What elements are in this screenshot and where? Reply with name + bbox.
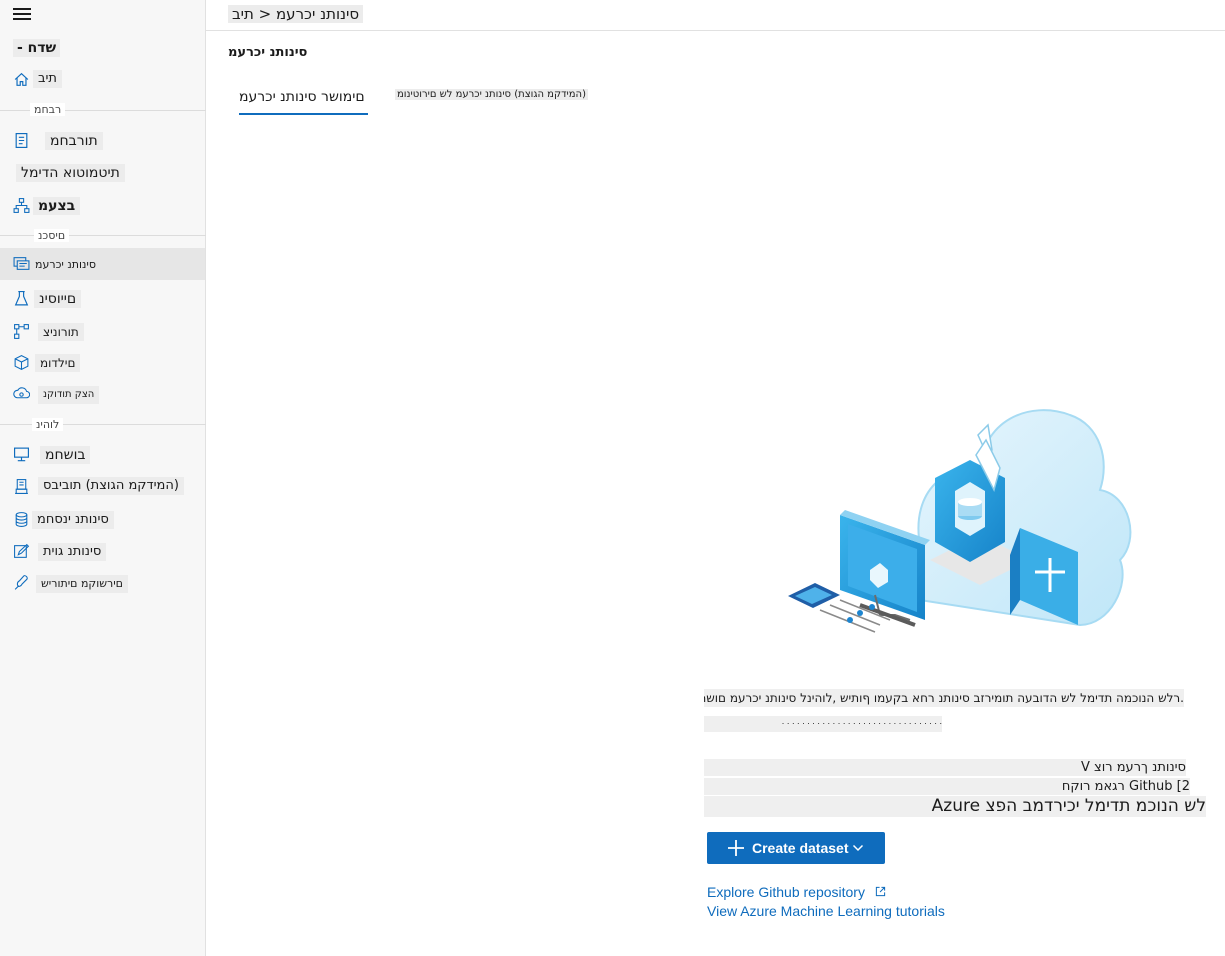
- sidebar-item-label: סינותנ גוית: [38, 543, 107, 561]
- sidebar-item-experiments[interactable]: םייוסינ: [0, 283, 205, 313]
- bullet-create-dataset: סינותנ ךרעמ רוצ V: [704, 759, 1186, 776]
- sidebar-item-label: םילדומ: [35, 354, 81, 372]
- sidebar-item-notebooks[interactable]: תורבחמ: [0, 125, 205, 155]
- tab-dataset-monitors[interactable]: (המידקמ הגוצת) סינותנ יכרעמ לש םירוטינומ: [395, 89, 588, 100]
- sidebar-item-label: םירשוקמ םיתוריש: [36, 575, 128, 593]
- sidebar-item-label: בושחמ: [40, 446, 91, 464]
- sidebar-item-data-labeling[interactable]: סינותנ גוית: [0, 536, 205, 566]
- environments-icon: [15, 479, 28, 494]
- sidebar-item-label: תיב: [33, 70, 62, 88]
- sidebar-item-home[interactable]: תיב: [0, 64, 205, 94]
- plus-icon: [728, 840, 744, 856]
- sidebar-item-pipelines[interactable]: תורוניצ: [0, 316, 205, 346]
- empty-state-description: .רלש הנוכמה תדימל לש הדובעה תומירזב סינו…: [704, 689, 1184, 707]
- sidebar-item-endpoints[interactable]: הצק תודוקנ: [0, 378, 205, 408]
- chevron-down-icon: [852, 844, 864, 852]
- create-dataset-button[interactable]: Create dataset: [707, 832, 885, 864]
- empty-state-description-continued: . . . . . . . . . . . . . . . . . . . . …: [704, 716, 942, 732]
- sidebar-item-label: בצעמ: [33, 197, 81, 215]
- tab-registered-datasets[interactable]: םימושר סינותנ יכרעמ: [239, 89, 365, 105]
- labeling-icon: [14, 543, 30, 558]
- sidebar-item-label: הצק תודוקנ: [38, 386, 100, 404]
- compute-icon: [14, 447, 29, 462]
- hamburger-menu-icon[interactable]: [13, 8, 31, 22]
- view-tutorials-link[interactable]: View Azure Machine Learning tutorials: [707, 903, 945, 919]
- pipelines-icon: [14, 324, 29, 339]
- section-label-author: רבחמ: [30, 103, 66, 116]
- divider: [0, 235, 206, 236]
- sidebar-item-label: תורוניצ: [38, 323, 84, 341]
- top-bar: סינותנ יכרעמ < תיב: [206, 0, 1225, 31]
- models-icon: [14, 354, 29, 371]
- home-icon: [14, 72, 29, 86]
- sidebar: שדח - תיב רבחמ תורבחמ תיטמוטוא הדימל בצע…: [0, 0, 206, 956]
- explore-github-link[interactable]: Explore Github repository: [707, 884, 886, 900]
- sidebar-item-designer[interactable]: בצעמ: [0, 190, 205, 220]
- section-label-manage: לוהינ: [32, 418, 64, 431]
- sidebar-item-label: תורבחמ: [45, 132, 103, 150]
- linked-services-icon: [14, 575, 28, 590]
- sidebar-item-environments[interactable]: (המידקמ הגוצת) תוביבס: [0, 471, 205, 501]
- divider: [0, 424, 206, 425]
- datasets-illustration: [788, 409, 1132, 633]
- bullet-view-tutorials: לש הנוכמ תדימל יכירדמב הפצ Azure: [704, 796, 1206, 817]
- sidebar-item-label: סינותנ ינסחמ: [32, 511, 114, 529]
- create-dataset-label: Create dataset: [752, 840, 849, 856]
- sidebar-item-label: (המידקמ הגוצת) תוביבס: [38, 477, 184, 495]
- page-title: סינותנ יכרעמ: [228, 45, 308, 60]
- datasets-icon: [13, 257, 30, 270]
- sidebar-item-compute[interactable]: בושחמ: [0, 439, 205, 469]
- new-button[interactable]: שדח -: [13, 39, 61, 57]
- sidebar-item-label: תיטמוטוא הדימל: [16, 164, 125, 182]
- sidebar-item-linked-services[interactable]: םירשוקמ םיתוריש: [0, 567, 205, 597]
- experiments-icon: [14, 291, 29, 306]
- sidebar-item-label: סינותנ יכרעמ: [35, 258, 96, 271]
- active-tab-indicator: [239, 113, 368, 115]
- datastores-icon: [15, 512, 28, 527]
- breadcrumb[interactable]: סינותנ יכרעמ < תיב: [228, 5, 364, 23]
- sidebar-item-automl[interactable]: תיטמוטוא הדימל: [0, 158, 205, 188]
- endpoints-icon: [13, 387, 30, 399]
- sidebar-item-label: םייוסינ: [34, 290, 82, 308]
- designer-icon: [13, 198, 30, 213]
- section-label-assets: םיסכנ: [34, 229, 70, 242]
- sidebar-item-datastores[interactable]: סינותנ ינסחמ: [0, 504, 205, 534]
- bullet-explore-github: Github [2 רגאמ רוקח: [704, 778, 1190, 795]
- sidebar-item-datasets[interactable]: סינותנ יכרעמ: [0, 248, 205, 280]
- explore-github-label: Explore Github repository: [707, 884, 865, 900]
- notebook-icon: [15, 133, 28, 148]
- sidebar-item-models[interactable]: םילדומ: [0, 347, 205, 377]
- external-link-icon: [875, 886, 885, 897]
